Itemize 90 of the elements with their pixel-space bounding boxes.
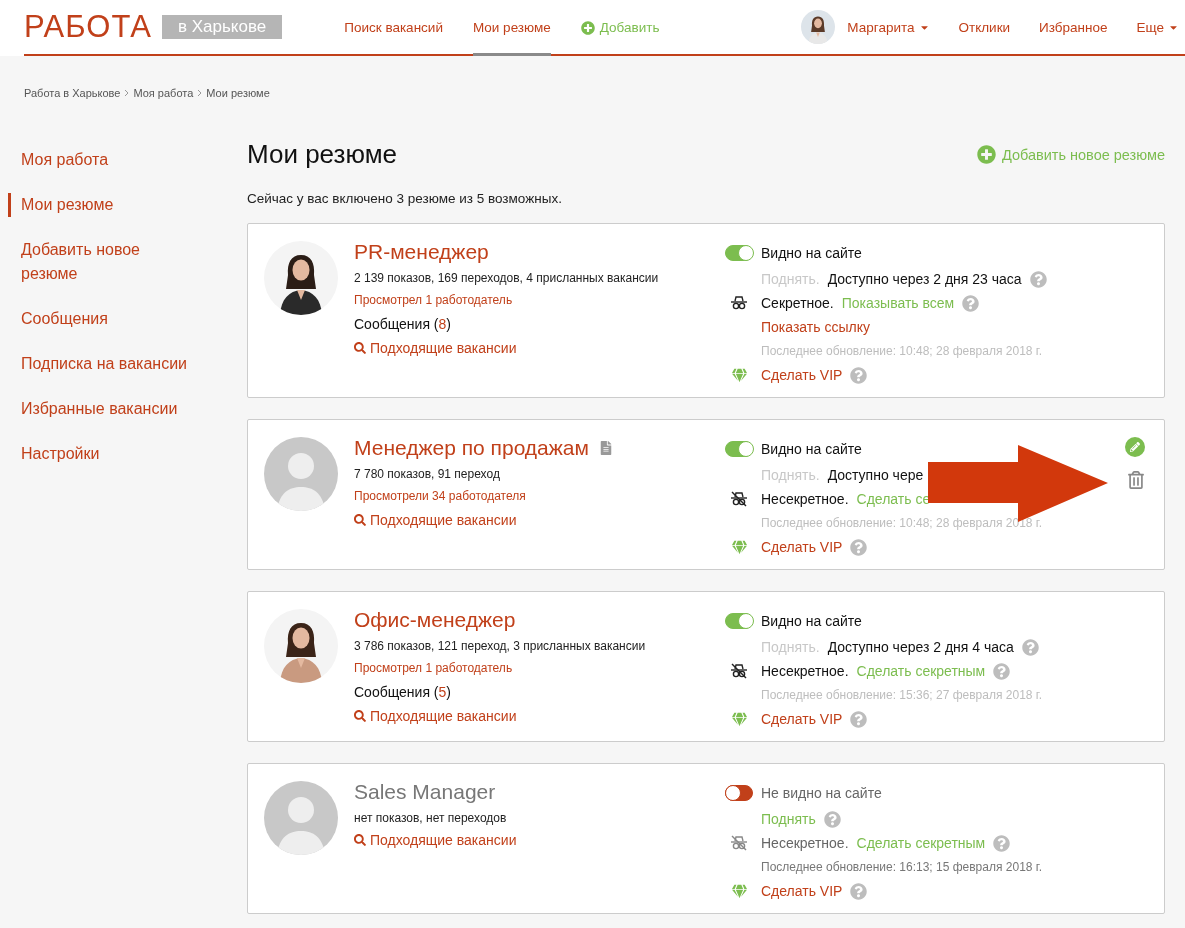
- crossed-spy-icon: [730, 491, 748, 507]
- crossed-spy-icon: [730, 835, 748, 851]
- help-icon[interactable]: [850, 710, 868, 728]
- region-label: в Харькове: [162, 15, 283, 39]
- vip-link[interactable]: Сделать VIP: [761, 883, 843, 899]
- vip-link[interactable]: Сделать VIP: [761, 367, 843, 383]
- show-link[interactable]: Показать ссылку: [761, 319, 870, 335]
- header-link[interactable]: Отклики: [958, 19, 1011, 35]
- resume-title[interactable]: Менеджер по продажам: [354, 435, 589, 461]
- messages-link[interactable]: Сообщения (8): [354, 312, 725, 336]
- visibility-status: Видно на сайте: [761, 441, 862, 457]
- viewed-link[interactable]: Просмотрел 1 работодатель: [354, 656, 725, 680]
- secrecy-status: Несекретное.: [761, 835, 849, 851]
- help-icon[interactable]: [823, 810, 841, 828]
- vip-link[interactable]: Сделать VIP: [761, 539, 843, 555]
- raise-note: Доступно через 2 дня 4 часа: [827, 639, 1014, 655]
- help-icon[interactable]: [993, 834, 1011, 852]
- sidebar-item[interactable]: Избранные вакансии: [21, 397, 193, 421]
- gem-icon: [731, 539, 747, 555]
- viewed-link[interactable]: Просмотрел 1 работодатель: [354, 288, 725, 312]
- viewed-link[interactable]: Просмотрели 34 работодателя: [354, 484, 725, 508]
- spy-icon: [730, 295, 748, 311]
- matching-jobs-link[interactable]: Подходящие вакансии: [354, 508, 725, 532]
- matching-jobs-link[interactable]: Подходящие вакансии: [354, 336, 725, 360]
- raise-note: Доступно чере: [827, 467, 924, 483]
- delete-button[interactable]: [1127, 471, 1145, 489]
- help-icon[interactable]: [1021, 638, 1039, 656]
- messages-link[interactable]: Сообщения (5): [354, 680, 725, 704]
- help-icon[interactable]: [962, 294, 980, 312]
- last-updated: Последнее обновление: 10:48; 28 февраля 2018 г.: [761, 344, 1043, 358]
- last-updated: Последнее обновление: 16:13; 15 февраля 2018 г.: [761, 860, 1043, 874]
- search-icon: [354, 514, 366, 526]
- breadcrumb[interactable]: Мои резюме: [206, 87, 270, 99]
- pencil-icon: [1130, 442, 1140, 452]
- sidebar-item[interactable]: Настройки: [21, 442, 193, 466]
- resume-stats: нет показов, нет переходов: [354, 810, 508, 827]
- visibility-status: Видно на сайте: [761, 245, 862, 261]
- last-updated: Последнее обновление: 10:48; 28 февраля 2018 г.: [761, 516, 1043, 530]
- gem-icon: [731, 711, 747, 727]
- visibility-toggle[interactable]: [725, 441, 753, 457]
- header-link[interactable]: Избранное: [1039, 19, 1108, 35]
- crossed-spy-icon: [730, 663, 748, 679]
- chevron-icon: [124, 89, 130, 97]
- visibility-status: Видно на сайте: [761, 613, 862, 629]
- site-logo[interactable]: РАБОТА: [24, 9, 152, 45]
- help-icon[interactable]: [850, 366, 868, 384]
- visibility-status: Не видно на сайте: [761, 785, 882, 801]
- visibility-toggle[interactable]: [725, 613, 753, 629]
- resume-summary: Сейчас у вас включено 3 резюме из 5 возможных.: [247, 191, 563, 206]
- resume-title[interactable]: Sales Manager: [354, 779, 496, 805]
- last-updated: Последнее обновление: 15:36; 27 февраля 2018 г.: [761, 688, 1043, 702]
- help-icon[interactable]: [850, 538, 868, 556]
- sidebar-item[interactable]: Моя работа: [21, 148, 193, 172]
- nav-tab[interactable]: Поиск вакансий: [344, 0, 443, 56]
- breadcrumb[interactable]: Моя работа: [133, 87, 194, 99]
- gem-icon: [731, 367, 747, 383]
- help-icon[interactable]: [993, 662, 1011, 680]
- plus-icon: [580, 20, 595, 35]
- resume-stats: 7 780 показов, 91 переход: [354, 466, 501, 483]
- sidebar-item[interactable]: Добавить новое резюме: [21, 238, 193, 286]
- matching-jobs-link[interactable]: Подходящие вакансии: [354, 704, 725, 728]
- resume-stats: 2 139 показов, 169 переходов, 4 присланных вакансии: [354, 270, 660, 287]
- search-icon: [354, 834, 366, 846]
- help-icon[interactable]: [1029, 270, 1047, 288]
- vip-link[interactable]: Сделать VIP: [761, 711, 843, 727]
- edit-button[interactable]: [1125, 437, 1145, 457]
- resume-title[interactable]: PR-менеджер: [354, 239, 489, 265]
- sidebar-item[interactable]: Сообщения: [21, 307, 193, 331]
- sidebar-item[interactable]: Мои резюме: [8, 193, 180, 217]
- resume-stats: 3 786 показов, 121 переход, 3 присланных вакансии: [354, 638, 647, 655]
- plus-icon: [976, 145, 996, 164]
- resume-title[interactable]: Офис-менеджер: [354, 607, 516, 633]
- raise-note: Доступно через 2 дня 23 часа: [827, 271, 1022, 287]
- more-menu[interactable]: Еще: [1136, 19, 1179, 35]
- secrecy-status: Несекретное.: [761, 663, 849, 679]
- visibility-toggle[interactable]: [725, 785, 753, 801]
- search-icon: [354, 342, 366, 354]
- secrecy-status: Секретное.: [761, 295, 834, 311]
- user-menu[interactable]: Маргарита: [847, 19, 930, 35]
- help-icon[interactable]: [850, 882, 868, 900]
- visibility-toggle[interactable]: [725, 245, 753, 261]
- gem-icon: [731, 883, 747, 899]
- matching-jobs-link[interactable]: Подходящие вакансии: [354, 828, 725, 852]
- breadcrumb[interactable]: Работа в Харькове: [24, 87, 121, 99]
- secrecy-status: Несекретное.: [761, 491, 849, 507]
- chevron-icon: [197, 89, 203, 97]
- page-title: Мои резюме: [247, 139, 397, 170]
- search-icon: [354, 710, 366, 722]
- nav-tab[interactable]: Мои резюме: [472, 0, 551, 56]
- sidebar-item[interactable]: Подписка на вакансии: [21, 352, 193, 376]
